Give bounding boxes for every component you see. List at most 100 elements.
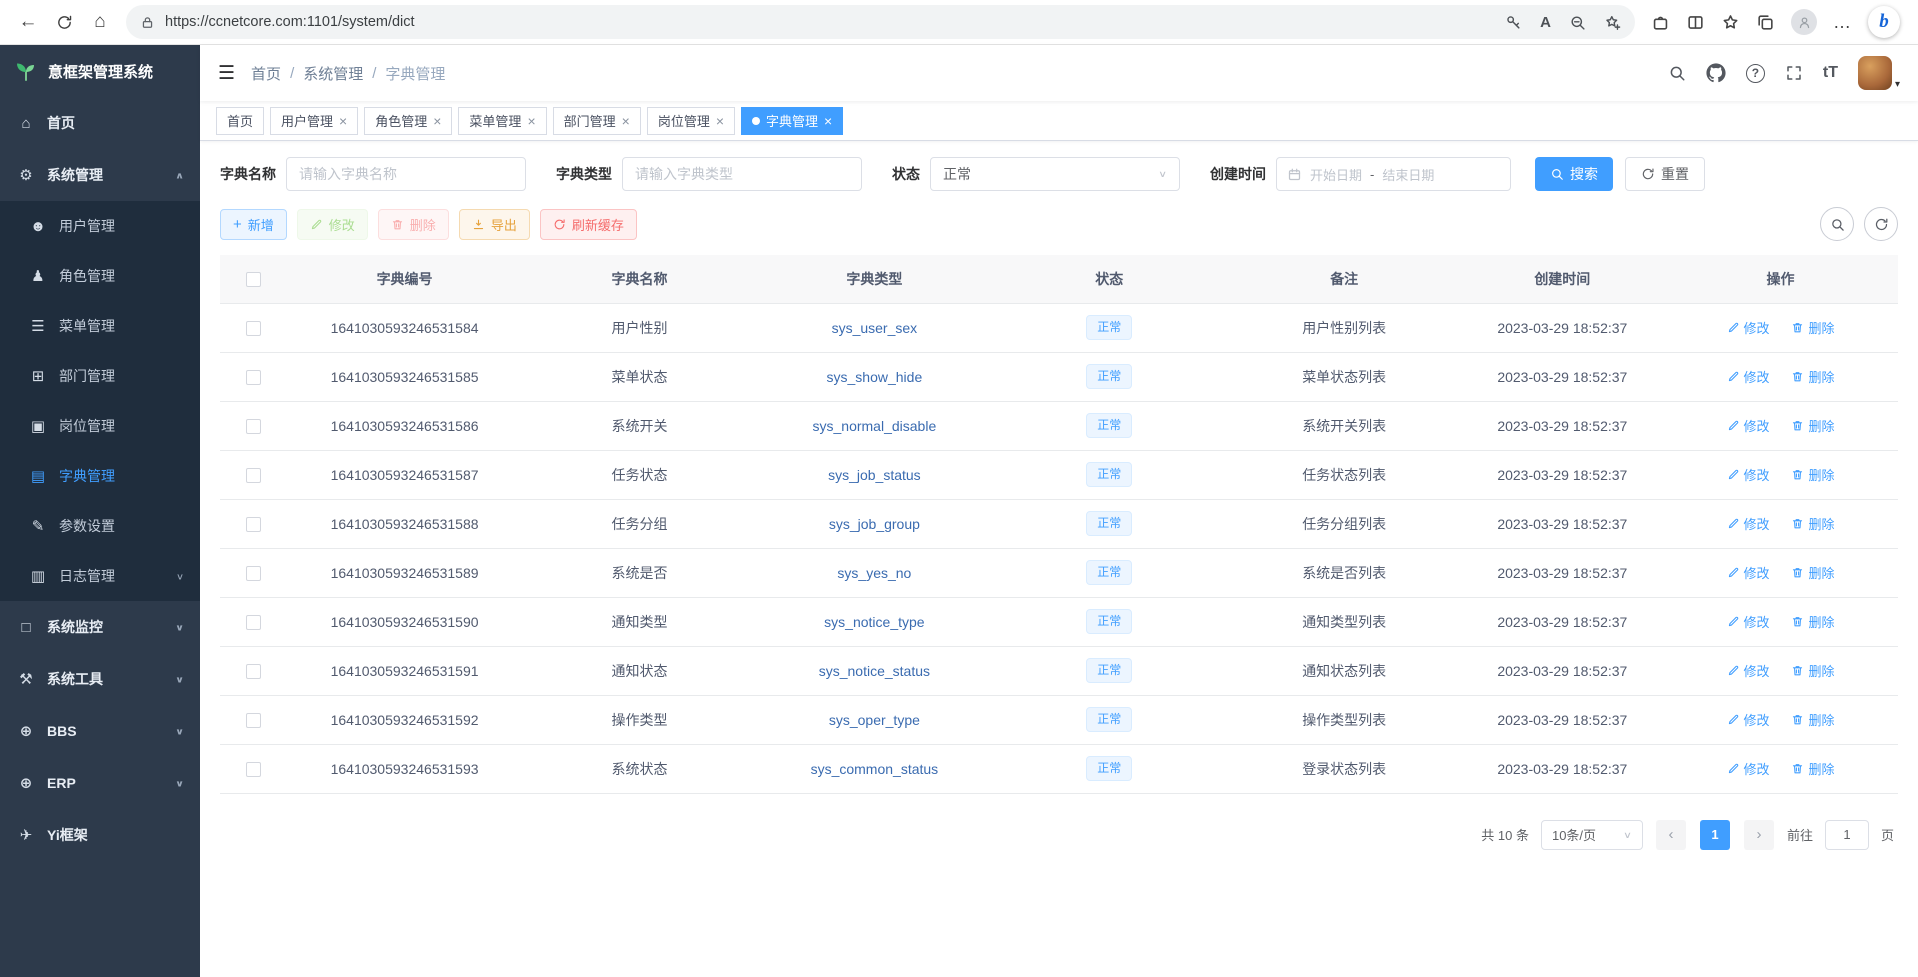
sidebar-item-dict-mgmt[interactable]: ▤ 字典管理	[0, 451, 200, 501]
row-edit-button[interactable]: 修改	[1727, 465, 1770, 484]
toggle-search-button[interactable]	[1820, 207, 1854, 241]
bing-icon[interactable]: b	[1868, 6, 1900, 38]
zoom-out-icon[interactable]	[1569, 14, 1586, 31]
status-select[interactable]: 正常 ∨	[930, 157, 1180, 191]
row-checkbox[interactable]	[246, 713, 261, 728]
browser-menu-icon[interactable]: …	[1833, 12, 1852, 33]
sidebar-item-user-mgmt[interactable]: ☻ 用户管理	[0, 201, 200, 251]
sidebar-item-system-mgmt[interactable]: ⚙ 系统管理 ∧	[0, 149, 200, 201]
sidebar-item-log-mgmt[interactable]: ▥ 日志管理 ∨	[0, 551, 200, 601]
row-edit-button[interactable]: 修改	[1727, 710, 1770, 729]
close-icon[interactable]: ×	[527, 114, 535, 128]
prev-page-button[interactable]: ‹	[1656, 820, 1686, 850]
row-checkbox[interactable]	[246, 664, 261, 679]
dict-type-link[interactable]: sys_job_status	[828, 467, 921, 483]
row-edit-button[interactable]: 修改	[1727, 759, 1770, 778]
export-button[interactable]: 导出	[459, 209, 530, 240]
tab-menu-mgmt[interactable]: 菜单管理×	[458, 107, 546, 135]
address-bar[interactable]: https://ccnetcore.com:1101/system/dict A	[126, 5, 1635, 39]
reset-button[interactable]: 重置	[1625, 157, 1705, 191]
row-edit-button[interactable]: 修改	[1727, 367, 1770, 386]
row-delete-button[interactable]: 删除	[1791, 367, 1834, 386]
close-icon[interactable]: ×	[824, 114, 832, 128]
row-edit-button[interactable]: 修改	[1727, 318, 1770, 337]
close-icon[interactable]: ×	[716, 114, 724, 128]
tab-home[interactable]: 首页	[216, 107, 264, 135]
row-delete-button[interactable]: 删除	[1791, 612, 1834, 631]
goto-page-input[interactable]	[1825, 820, 1869, 850]
page-size-select[interactable]: 10条/页 ∨	[1541, 820, 1643, 850]
dict-type-link[interactable]: sys_job_group	[829, 516, 920, 532]
refresh-table-button[interactable]	[1864, 207, 1898, 241]
breadcrumb-system[interactable]: 系统管理	[303, 63, 363, 84]
row-checkbox[interactable]	[246, 517, 261, 532]
user-menu[interactable]: ▾	[1858, 56, 1900, 90]
password-key-icon[interactable]	[1505, 14, 1522, 31]
dict-type-link[interactable]: sys_notice_status	[819, 663, 930, 679]
help-icon[interactable]: ?	[1746, 64, 1765, 83]
dict-type-link[interactable]: sys_common_status	[811, 761, 939, 777]
sidebar-item-system-tools[interactable]: ⚒ 系统工具 ∨	[0, 653, 200, 705]
sidebar-item-bbs[interactable]: ⊕ BBS ∨	[0, 705, 200, 757]
search-button[interactable]: 搜索	[1535, 157, 1613, 191]
font-size-icon[interactable]: tT	[1823, 64, 1838, 82]
dict-type-link[interactable]: sys_show_hide	[827, 369, 923, 385]
sidebar-item-post-mgmt[interactable]: ▣ 岗位管理	[0, 401, 200, 451]
sidebar-item-param-settings[interactable]: ✎ 参数设置	[0, 501, 200, 551]
favorites-icon[interactable]	[1721, 13, 1740, 32]
tab-post-mgmt[interactable]: 岗位管理×	[647, 107, 735, 135]
browser-home-button[interactable]: ⌂	[82, 4, 118, 40]
row-checkbox[interactable]	[246, 762, 261, 777]
row-delete-button[interactable]: 删除	[1791, 563, 1834, 582]
row-delete-button[interactable]: 删除	[1791, 759, 1834, 778]
dict-type-link[interactable]: sys_yes_no	[837, 565, 911, 581]
dict-type-link[interactable]: sys_notice_type	[824, 614, 924, 630]
row-delete-button[interactable]: 删除	[1791, 514, 1834, 533]
tab-user-mgmt[interactable]: 用户管理×	[270, 107, 358, 135]
dict-type-link[interactable]: sys_oper_type	[829, 712, 920, 728]
browser-refresh-button[interactable]	[46, 4, 82, 40]
github-icon[interactable]	[1706, 63, 1726, 83]
date-range-picker[interactable]: 开始日期 - 结束日期	[1276, 157, 1511, 191]
add-button[interactable]: + 新增	[220, 209, 287, 240]
dict-type-link[interactable]: sys_normal_disable	[813, 418, 937, 434]
refresh-cache-button[interactable]: 刷新缓存	[540, 209, 637, 240]
row-delete-button[interactable]: 删除	[1791, 710, 1834, 729]
fullscreen-icon[interactable]	[1785, 64, 1803, 82]
row-delete-button[interactable]: 删除	[1791, 661, 1834, 680]
search-icon[interactable]	[1668, 64, 1686, 82]
sidebar-item-menu-mgmt[interactable]: ☰ 菜单管理	[0, 301, 200, 351]
row-checkbox[interactable]	[246, 321, 261, 336]
split-screen-icon[interactable]	[1686, 13, 1705, 32]
tab-role-mgmt[interactable]: 角色管理×	[364, 107, 452, 135]
row-checkbox[interactable]	[246, 615, 261, 630]
select-all-checkbox[interactable]	[246, 272, 261, 287]
dict-type-input[interactable]	[622, 157, 862, 191]
avatar[interactable]	[1858, 56, 1892, 90]
row-checkbox[interactable]	[246, 370, 261, 385]
row-checkbox[interactable]	[246, 419, 261, 434]
sidebar-item-yi-framework[interactable]: ✈ Yi框架	[0, 809, 200, 861]
hamburger-icon[interactable]: ☰	[218, 62, 235, 85]
row-delete-button[interactable]: 删除	[1791, 465, 1834, 484]
tab-dict-mgmt[interactable]: 字典管理×	[741, 107, 843, 135]
delete-button[interactable]: 删除	[378, 209, 449, 240]
row-edit-button[interactable]: 修改	[1727, 612, 1770, 631]
collections-icon[interactable]	[1756, 13, 1775, 32]
breadcrumb-home[interactable]: 首页	[251, 63, 281, 84]
extensions-icon[interactable]	[1651, 13, 1670, 32]
sidebar-item-erp[interactable]: ⊕ ERP ∨	[0, 757, 200, 809]
tab-dept-mgmt[interactable]: 部门管理×	[553, 107, 641, 135]
next-page-button[interactable]: ›	[1744, 820, 1774, 850]
close-icon[interactable]: ×	[433, 114, 441, 128]
browser-back-button[interactable]: ←	[10, 4, 46, 40]
row-delete-button[interactable]: 删除	[1791, 416, 1834, 435]
row-checkbox[interactable]	[246, 566, 261, 581]
sidebar-item-home[interactable]: ⌂ 首页	[0, 97, 200, 149]
page-1-button[interactable]: 1	[1700, 820, 1730, 850]
row-delete-button[interactable]: 删除	[1791, 318, 1834, 337]
close-icon[interactable]: ×	[339, 114, 347, 128]
sidebar-item-system-monitor[interactable]: □ 系统监控 ∨	[0, 601, 200, 653]
row-edit-button[interactable]: 修改	[1727, 514, 1770, 533]
close-icon[interactable]: ×	[622, 114, 630, 128]
